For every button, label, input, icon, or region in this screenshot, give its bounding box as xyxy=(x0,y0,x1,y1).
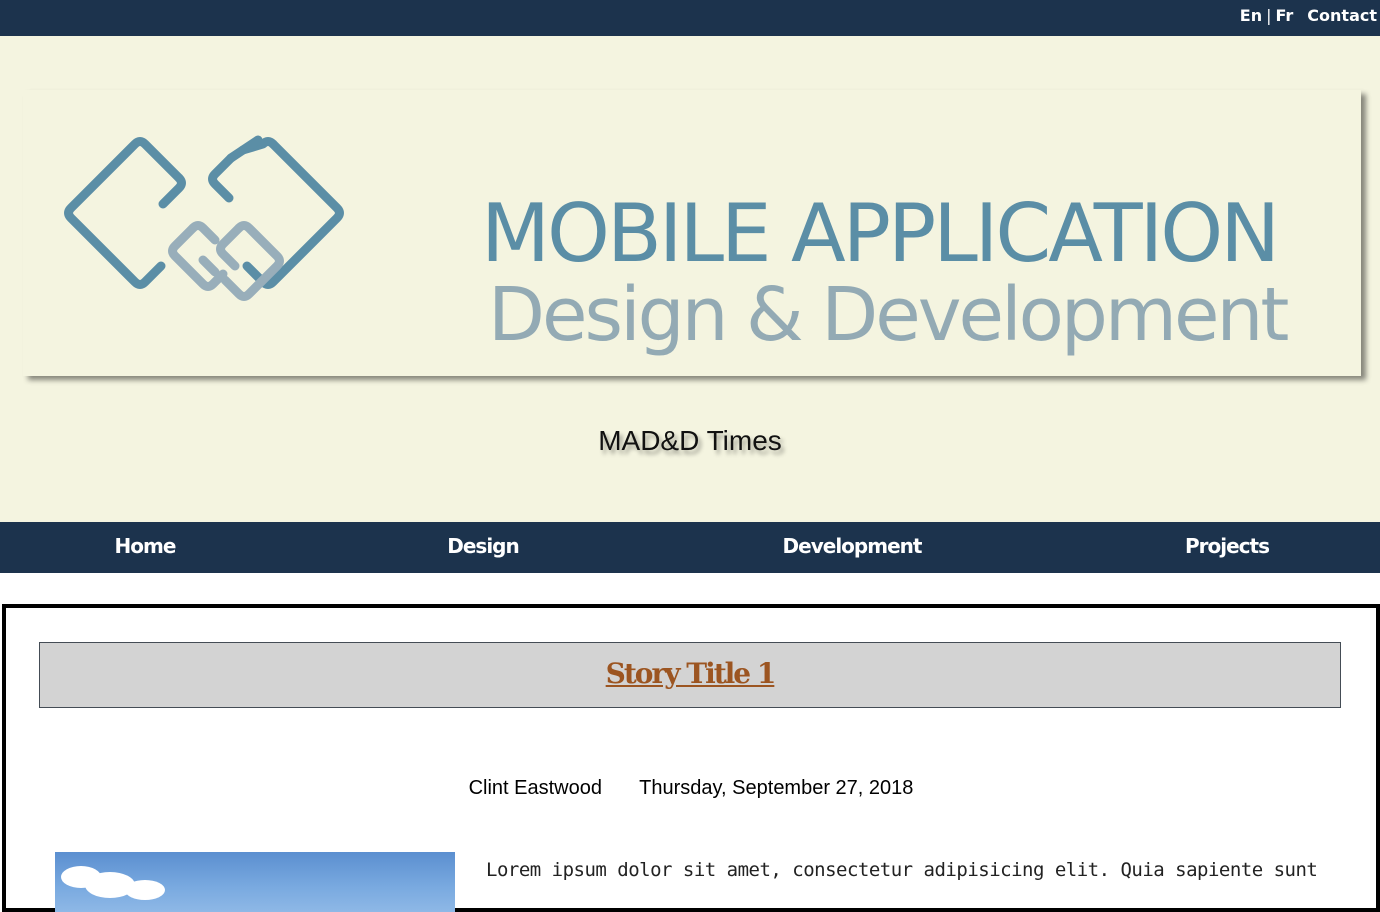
interlocking-diamonds-logo-icon xyxy=(64,135,344,301)
brand-title: MOBILE APPLICATION xyxy=(481,187,1280,280)
story-title-link[interactable]: Story Title 1 xyxy=(606,657,777,690)
nav-item-design[interactable]: Design xyxy=(447,534,519,558)
site-title: MAD&D Times xyxy=(598,425,782,456)
language-fr-link[interactable]: Fr xyxy=(1276,6,1294,25)
brand-banner: MOBILE APPLICATION Design & Development xyxy=(23,90,1361,376)
nav-item-home[interactable]: Home xyxy=(115,534,177,558)
language-en-link[interactable]: En xyxy=(1240,6,1262,25)
site-header: MOBILE APPLICATION Design & Development … xyxy=(0,36,1380,522)
story-container: Story Title 1 Clint Eastwood Thursday, S… xyxy=(2,604,1380,912)
nav-item-development[interactable]: Development xyxy=(783,534,923,558)
story-date: Thursday, September 27, 2018 xyxy=(639,777,914,799)
nav-item-projects[interactable]: Projects xyxy=(1185,534,1270,558)
story-image xyxy=(55,852,455,912)
story-byline: Clint Eastwood Thursday, September 27, 2… xyxy=(6,777,1376,800)
main-nav: Home Design Development Projects xyxy=(0,522,1380,573)
brand-subtitle: Design & Development xyxy=(488,272,1289,358)
language-separator: | xyxy=(1266,6,1272,25)
top-bar: En | Fr Contact xyxy=(0,0,1380,36)
story-author: Clint Eastwood xyxy=(468,777,602,799)
top-bar-links: En | Fr Contact xyxy=(1240,6,1377,25)
contact-link[interactable]: Contact xyxy=(1307,6,1377,25)
story-title-box: Story Title 1 xyxy=(39,642,1341,708)
story-excerpt: Lorem ipsum dolor sit amet, consectetur … xyxy=(486,859,1320,881)
